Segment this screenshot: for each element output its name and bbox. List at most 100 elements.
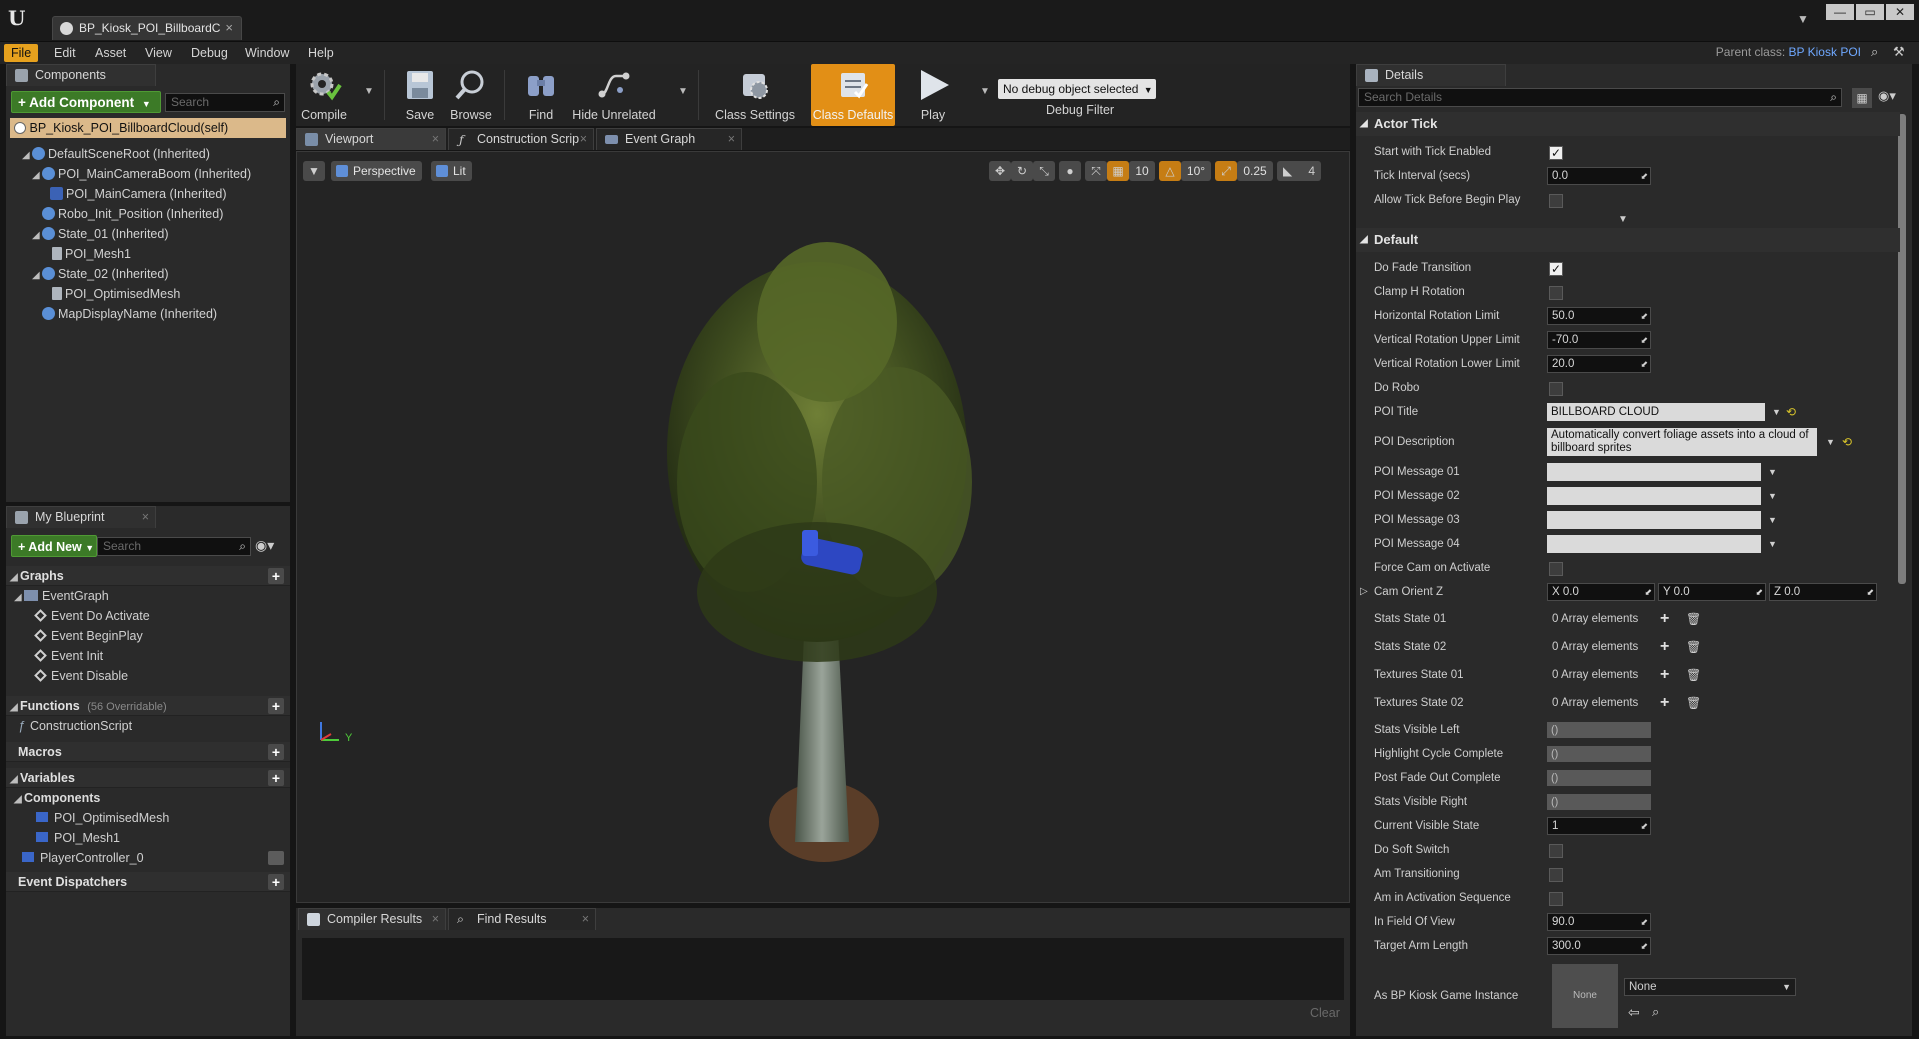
variable-row[interactable]: PlayerController_0 — [22, 848, 144, 868]
component-search-input[interactable]: Search ⌕ — [165, 93, 285, 112]
search-icon[interactable]: ⌕ — [1871, 44, 1878, 60]
save-button[interactable]: Save — [396, 64, 444, 126]
rotation-snap-value[interactable]: 10° — [1181, 161, 1211, 181]
trash-icon[interactable]: 🗑 — [1686, 607, 1701, 631]
event-row[interactable]: Event Disable — [34, 666, 128, 686]
property-matrix-icon[interactable]: ▦ — [1852, 88, 1872, 108]
browse-button[interactable]: Browse — [446, 64, 496, 126]
chevron-down-icon[interactable]: ▼ — [1772, 400, 1781, 424]
add-element-icon[interactable]: + — [1660, 663, 1669, 687]
menu-asset[interactable]: Asset — [88, 44, 133, 62]
scale-snap-icon[interactable]: ⤢ — [1215, 161, 1237, 181]
add-element-icon[interactable]: + — [1660, 635, 1669, 659]
event-row[interactable]: Event Do Activate — [34, 606, 150, 626]
menu-debug[interactable]: Debug — [184, 44, 235, 62]
tree-row[interactable]: ◢ DefaultSceneRoot (Inherited) — [22, 144, 210, 164]
compile-button[interactable]: Compile — [296, 64, 352, 126]
tree-row[interactable]: Robo_Init_Position (Inherited) — [42, 204, 223, 224]
construction-script-row[interactable]: ƒ ConstructionScript — [18, 716, 132, 736]
eye-icon[interactable]: ◉▾ — [255, 537, 274, 554]
force-cam-checkbox[interactable] — [1549, 562, 1563, 576]
tree-row[interactable]: MapDisplayName (Inherited) — [42, 304, 217, 324]
collapse-arrow-icon[interactable]: ◢ — [10, 568, 20, 588]
default-category[interactable]: ◢ Default — [1356, 228, 1900, 252]
collapse-arrow-icon[interactable]: ◢ — [32, 166, 42, 186]
collapse-arrow-icon[interactable]: ◢ — [1360, 112, 1368, 136]
class-defaults-button[interactable]: Class Defaults — [811, 64, 895, 126]
tab-find-results[interactable]: ⌕ Find Results × — [448, 908, 596, 930]
clamp-h-checkbox[interactable] — [1549, 286, 1563, 300]
grid-snap-value[interactable]: 10 — [1129, 161, 1155, 181]
chevron-down-icon[interactable]: ▼ — [1768, 532, 1777, 556]
do-robo-checkbox[interactable] — [1549, 382, 1563, 396]
menu-view[interactable]: View — [138, 44, 179, 62]
tab-my-blueprint[interactable]: My Blueprint × — [6, 506, 156, 528]
maximize-button[interactable]: ▭ — [1856, 4, 1884, 20]
tree-row[interactable]: POI_OptimisedMesh — [52, 284, 180, 304]
world-space-icon[interactable]: ● — [1059, 161, 1081, 181]
activation-sequence-checkbox[interactable] — [1549, 892, 1563, 906]
collapse-arrow-icon[interactable]: ◢ — [22, 146, 32, 166]
tab-viewport[interactable]: Viewport × — [296, 128, 446, 150]
details-search-input[interactable]: Search Details ⌕ — [1358, 88, 1842, 107]
current-visible-state-field[interactable]: 1 ⬋ — [1547, 817, 1651, 835]
tree-row[interactable]: ◢ State_02 (Inherited) — [32, 264, 169, 284]
functions-category[interactable]: ◢ Functions (56 Overridable) + — [6, 696, 290, 716]
rotate-mode-icon[interactable]: ↻ — [1011, 161, 1033, 181]
graphs-category[interactable]: ◢ Graphs + — [6, 566, 290, 586]
translate-mode-icon[interactable]: ✥ — [989, 161, 1011, 181]
poi-message-02-field[interactable] — [1547, 487, 1761, 505]
add-variable-button[interactable]: + — [268, 770, 284, 786]
h-rotation-field[interactable]: 50.0 ⬋ — [1547, 307, 1651, 325]
poi-message-04-field[interactable] — [1547, 535, 1761, 553]
tab-components[interactable]: Components — [6, 64, 156, 86]
variables-category[interactable]: ◢ Variables + — [6, 768, 290, 788]
expand-arrow-icon[interactable]: ▷ — [1360, 580, 1368, 604]
menu-help[interactable]: Help — [301, 44, 341, 62]
menu-file[interactable]: File — [4, 44, 39, 62]
tab-details[interactable]: Details — [1356, 64, 1506, 86]
cam-orient-x-field[interactable]: X 0.0 ⬋ — [1547, 583, 1655, 601]
debug-object-select[interactable]: No debug object selected ▼ — [998, 79, 1156, 99]
tree-row[interactable]: POI_Mesh1 — [52, 244, 131, 264]
wrench-icon[interactable]: ⚒ — [1893, 44, 1905, 60]
collapse-arrow-icon[interactable]: ◢ — [14, 588, 24, 608]
viewport-options-dropdown[interactable]: ▼ — [303, 161, 325, 181]
poi-title-field[interactable]: BILLBOARD CLOUD — [1547, 403, 1765, 421]
find-button[interactable]: Find — [518, 64, 564, 126]
variable-row[interactable]: POI_OptimisedMesh — [36, 808, 169, 828]
chevron-down-icon[interactable]: ▼ — [1768, 484, 1777, 508]
close-tab-icon[interactable]: × — [582, 909, 589, 930]
perspective-button[interactable]: Perspective — [331, 161, 422, 181]
add-new-button[interactable]: + Add New ▼ — [11, 535, 97, 557]
tree-row[interactable]: POI_MainCamera (Inherited) — [50, 184, 226, 204]
allow-tick-checkbox[interactable] — [1549, 194, 1563, 208]
field-of-view-field[interactable]: 90.0 ⬋ — [1547, 913, 1651, 931]
collapse-arrow-icon[interactable]: ◢ — [1360, 228, 1368, 252]
clear-button[interactable]: Clear — [1310, 1006, 1340, 1020]
self-component-row[interactable]: BP_Kiosk_POI_BillboardCloud(self) — [10, 118, 286, 138]
lit-button[interactable]: Lit — [431, 161, 472, 181]
compile-options-arrow[interactable]: ▼ — [364, 86, 374, 97]
soft-switch-checkbox[interactable] — [1549, 844, 1563, 858]
close-tab-icon[interactable]: × — [225, 20, 233, 35]
tree-row[interactable]: ◢ POI_MainCameraBoom (Inherited) — [32, 164, 251, 184]
close-tab-icon[interactable]: × — [580, 129, 587, 150]
tick-interval-field[interactable]: 0.0 ⬋ — [1547, 167, 1651, 185]
trash-icon[interactable]: 🗑 — [1686, 635, 1701, 659]
poi-message-03-field[interactable] — [1547, 511, 1761, 529]
variable-type-icon[interactable] — [268, 851, 284, 865]
browse-asset-icon[interactable]: ⌕ — [1652, 1000, 1659, 1024]
collapse-arrow-icon[interactable]: ◢ — [10, 770, 20, 790]
trash-icon[interactable]: 🗑 — [1686, 691, 1701, 715]
add-element-icon[interactable]: + — [1660, 691, 1669, 715]
menu-edit[interactable]: Edit — [47, 44, 83, 62]
game-instance-select[interactable]: None ▼ — [1624, 978, 1796, 996]
reset-default-icon[interactable]: ⟲ — [1842, 430, 1852, 454]
actor-tick-category[interactable]: ◢ Actor Tick — [1356, 112, 1900, 136]
event-graph-row[interactable]: ◢ EventGraph — [14, 586, 109, 606]
asset-thumbnail[interactable]: None — [1552, 964, 1618, 1028]
add-graph-button[interactable]: + — [268, 568, 284, 584]
start-tick-checkbox[interactable]: ✓ — [1549, 146, 1563, 160]
menu-window[interactable]: Window — [238, 44, 296, 62]
